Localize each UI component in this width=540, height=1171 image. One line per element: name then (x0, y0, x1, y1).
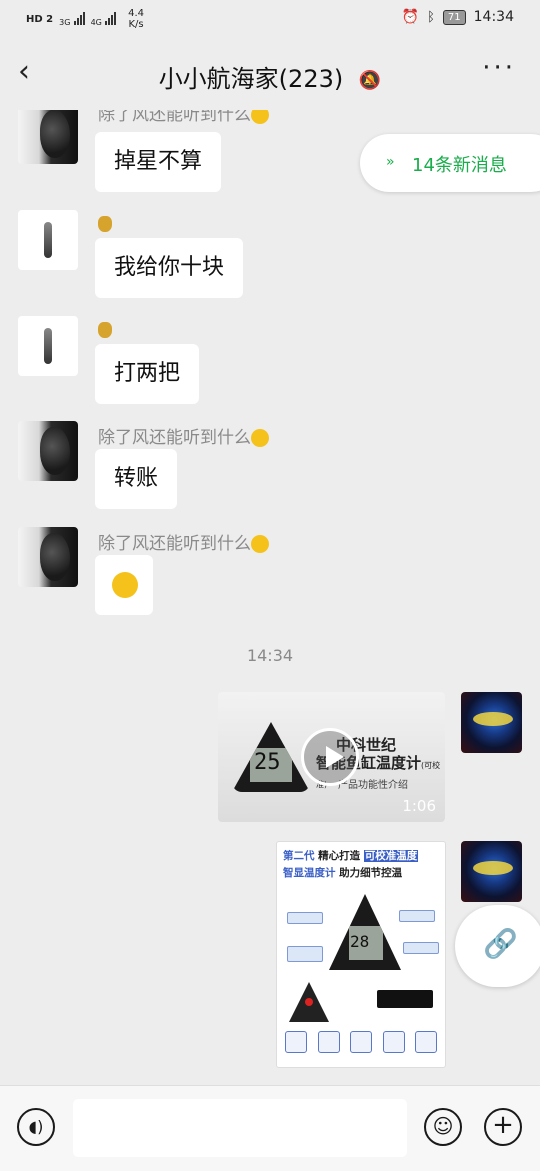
poster-tag (287, 946, 323, 962)
grin-emoji-icon (251, 429, 269, 447)
double-up-arrow-icon: » (386, 154, 395, 170)
face-avatar[interactable] (18, 110, 78, 164)
message-input[interactable] (73, 1099, 407, 1157)
chat-area[interactable]: 除了风还能听到什么 掉星不算 » 14条新消息 我给你十块 打两把 除了风还能听… (0, 110, 540, 1085)
new-messages-button[interactable]: » 14条新消息 (360, 134, 540, 192)
chat-title: 小小航海家(223) (158, 65, 344, 93)
net-speed: 4.4 K/s (128, 8, 144, 30)
more-icon[interactable]: ··· (482, 55, 516, 81)
new-messages-label: 14条新消息 (412, 155, 507, 176)
link-icon: 🔗 (483, 927, 518, 960)
battery-icon: 71 (442, 9, 466, 25)
link-button[interactable]: 🔗 (455, 905, 540, 987)
my-avatar[interactable] (461, 692, 522, 753)
voice-icon[interactable]: ◖) (17, 1108, 55, 1146)
play-icon[interactable] (301, 728, 359, 786)
sender-name: 除了风还能听到什么 (98, 423, 269, 448)
time-divider: 14:34 (246, 646, 294, 665)
signal-icon-2: 4G (91, 11, 117, 28)
dancer-avatar[interactable] (18, 210, 78, 270)
message-bubble[interactable]: 我给你十块 (95, 238, 244, 298)
video-message[interactable]: 25 中科世纪 智能鱼缸温度计(可校准) 产品功能性介绍 1:06 (218, 692, 445, 822)
probe-image (289, 982, 329, 1022)
feature-icons (285, 1031, 437, 1057)
message-bubble[interactable]: 转账 (95, 449, 178, 509)
grin-emoji-icon (251, 535, 269, 553)
poster-tag (287, 912, 323, 924)
bluetooth-icon: ᛒ (427, 9, 435, 25)
sensor-image (377, 990, 433, 1008)
status-time: 14:34 (473, 9, 514, 25)
status-bar: HD 2 3G 4G 4.4 K/s ⏰ ᛒ 71 14:34 (0, 0, 540, 38)
mute-bell-icon: 🔕 (358, 69, 382, 91)
status-right: ⏰ ᛒ 71 14:34 (402, 9, 514, 25)
poster-tag (399, 910, 435, 922)
poster-tag (403, 942, 439, 954)
my-avatar[interactable] (461, 841, 522, 902)
face-avatar[interactable] (18, 527, 78, 587)
video-duration: 1:06 (402, 797, 436, 815)
message-bubble[interactable]: 掉星不算 (95, 132, 222, 192)
thermometer-image: 28 (329, 894, 401, 970)
chat-title-wrap: 小小航海家(223) 🔕 (0, 59, 540, 94)
face-avatar[interactable] (18, 421, 78, 481)
money-bag-icon (98, 320, 112, 340)
grin-emoji-icon (251, 110, 269, 124)
input-bar: ◖) ☺ + (0, 1085, 540, 1171)
blushing-emoji-icon (112, 572, 138, 598)
sender-name: 除了风还能听到什么 (98, 529, 269, 554)
chat-header: ‹ 小小航海家(223) 🔕 ··· (0, 38, 540, 110)
alarm-icon: ⏰ (401, 9, 420, 25)
signal-icon: 3G (59, 11, 85, 28)
image-message[interactable]: 第二代 精心打造 可校准温度 智显温度计 助力细节控温 28 (276, 841, 446, 1068)
poster-line2: 智显温度计 助力细节控温 (283, 867, 403, 879)
emoji-icon[interactable]: ☺ (424, 1108, 462, 1146)
sender-name: 除了风还能听到什么 (98, 110, 269, 125)
plus-icon[interactable]: + (484, 1108, 522, 1146)
money-bag-icon (98, 214, 112, 234)
dancer-avatar[interactable] (18, 316, 78, 376)
message-bubble[interactable]: 打两把 (95, 344, 200, 404)
hd-badge: HD 2 (26, 13, 54, 25)
status-left: HD 2 3G 4G 4.4 K/s (26, 8, 144, 30)
message-bubble[interactable] (95, 555, 153, 615)
thermometer-image: 25 (232, 722, 310, 792)
poster-line1: 第二代 精心打造 可校准温度 (283, 850, 419, 862)
